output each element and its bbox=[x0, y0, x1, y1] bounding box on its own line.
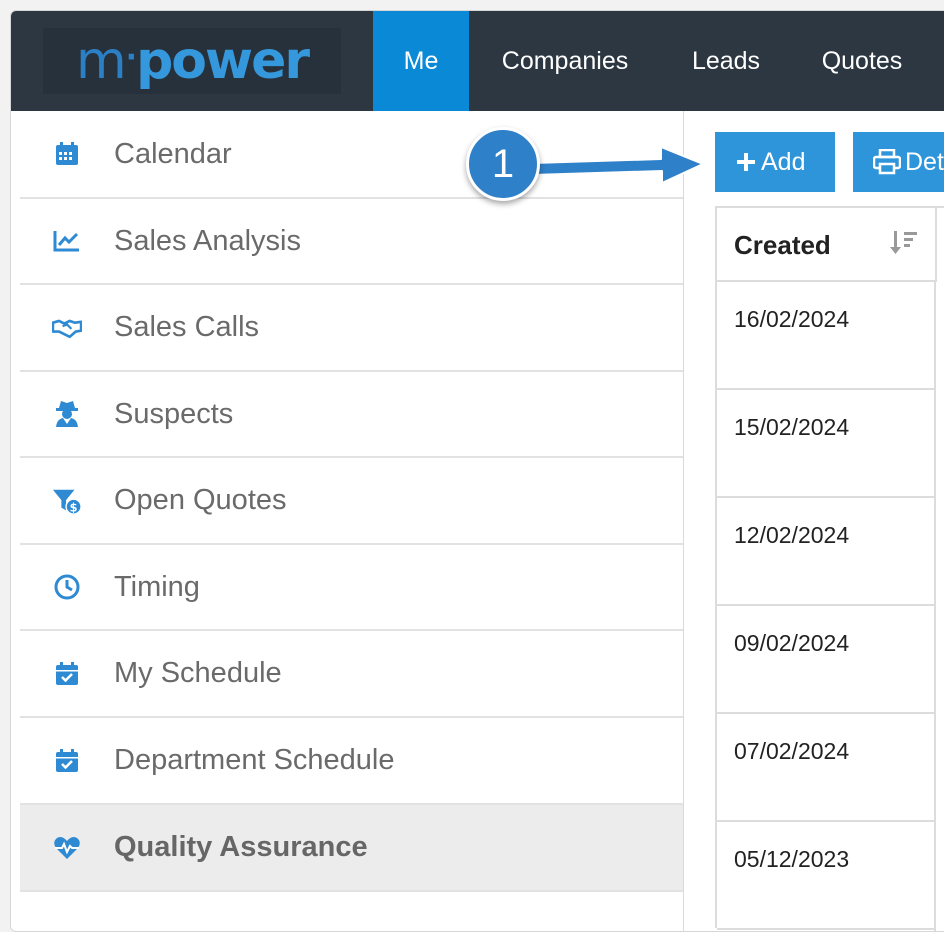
user-secret-icon bbox=[52, 399, 82, 429]
print-icon bbox=[873, 149, 901, 175]
sidebar-item-sales-calls[interactable]: Sales Calls bbox=[20, 285, 683, 372]
calendar-icon bbox=[52, 139, 82, 169]
table-row[interactable]: 05/12/2023 bbox=[717, 822, 934, 930]
table-row[interactable]: 07/02/2024 bbox=[717, 714, 934, 822]
chart-line-icon bbox=[52, 226, 82, 256]
sidebar-item-label: Sales Calls bbox=[114, 311, 260, 343]
created-cell: 16/02/2024 bbox=[734, 306, 850, 332]
sidebar-item-quality-assurance[interactable]: Quality Assurance bbox=[20, 805, 683, 892]
logo-text-power: power bbox=[136, 31, 310, 91]
column-header-created[interactable]: Created bbox=[717, 208, 937, 282]
created-cell: 09/02/2024 bbox=[734, 630, 850, 656]
sidebar-item-label: Quality Assurance bbox=[114, 831, 368, 863]
plus-icon bbox=[735, 151, 757, 173]
sidebar-item-label: Suspects bbox=[114, 397, 234, 430]
tab-companies-label: Companies bbox=[501, 46, 629, 75]
created-cell: 15/02/2024 bbox=[734, 414, 850, 440]
table-row[interactable]: 12/02/2024 bbox=[717, 498, 934, 606]
column-header-label: Created bbox=[734, 230, 831, 260]
calendar-check-icon bbox=[52, 746, 82, 776]
calendar-check-icon bbox=[52, 659, 82, 689]
quality-assurance-table: Created 16/02/2024 15/02/2024 12/02/2024… bbox=[715, 206, 944, 931]
sidebar-item-suspects[interactable]: Suspects bbox=[20, 372, 683, 458]
tab-leads-label: Leads bbox=[691, 46, 761, 75]
tab-companies[interactable]: Companies bbox=[489, 11, 641, 111]
callout-badge: 1 bbox=[466, 127, 540, 201]
sidebar: Calendar Sales Analysis Sales Calls Susp… bbox=[20, 111, 684, 931]
callout-number: 1 bbox=[491, 141, 515, 186]
heartbeat-icon bbox=[52, 833, 82, 863]
tab-leads[interactable]: Leads bbox=[681, 11, 771, 111]
add-button-label: Add bbox=[761, 147, 806, 176]
tab-quotes[interactable]: Quotes bbox=[811, 11, 913, 111]
sidebar-item-my-schedule[interactable]: My Schedule bbox=[20, 631, 683, 718]
top-nav: m · power Me Companies Leads Quotes bbox=[11, 11, 944, 111]
app-window: m · power Me Companies Leads Quotes Calend… bbox=[10, 10, 944, 932]
tab-quotes-label: Quotes bbox=[821, 46, 903, 75]
sidebar-item-label: My Schedule bbox=[114, 657, 282, 689]
table-row[interactable]: 15/02/2024 bbox=[717, 390, 934, 498]
created-cell: 12/02/2024 bbox=[734, 522, 850, 548]
funnel-dollar-icon: $ bbox=[52, 486, 82, 516]
sidebar-item-department-schedule[interactable]: Department Schedule bbox=[20, 718, 683, 805]
logo-dot: · bbox=[125, 39, 137, 75]
mpower-logo[interactable]: m · power bbox=[43, 28, 341, 94]
clock-icon bbox=[52, 572, 82, 602]
tab-me-label: Me bbox=[403, 46, 439, 75]
sidebar-item-label: Calendar bbox=[114, 137, 232, 170]
column-divider bbox=[934, 282, 936, 931]
tab-me[interactable]: Me bbox=[373, 11, 469, 111]
table-row[interactable]: 16/02/2024 bbox=[717, 282, 934, 390]
sidebar-item-open-quotes[interactable]: $ Open Quotes bbox=[20, 458, 683, 545]
sort-amount-down-icon[interactable] bbox=[889, 228, 919, 263]
logo-text-m: m bbox=[76, 31, 127, 91]
sidebar-item-label: Timing bbox=[114, 570, 200, 603]
sidebar-item-timing[interactable]: Timing bbox=[20, 545, 683, 631]
sidebar-item-label: Sales Analysis bbox=[114, 224, 301, 257]
sidebar-item-label: Open Quotes bbox=[114, 484, 287, 516]
svg-text:$: $ bbox=[70, 501, 78, 514]
handshake-icon bbox=[52, 313, 82, 343]
table-row[interactable]: 09/02/2024 bbox=[717, 606, 934, 714]
callout-arrow bbox=[532, 146, 704, 184]
created-cell: 07/02/2024 bbox=[734, 738, 850, 764]
add-button[interactable]: Add bbox=[715, 132, 835, 192]
sidebar-item-label: Department Schedule bbox=[114, 744, 395, 776]
sidebar-item-sales-analysis[interactable]: Sales Analysis bbox=[20, 199, 683, 285]
print-details-button[interactable]: Det bbox=[853, 132, 944, 192]
created-cell: 05/12/2023 bbox=[734, 846, 850, 872]
print-button-label: Det bbox=[905, 147, 944, 176]
